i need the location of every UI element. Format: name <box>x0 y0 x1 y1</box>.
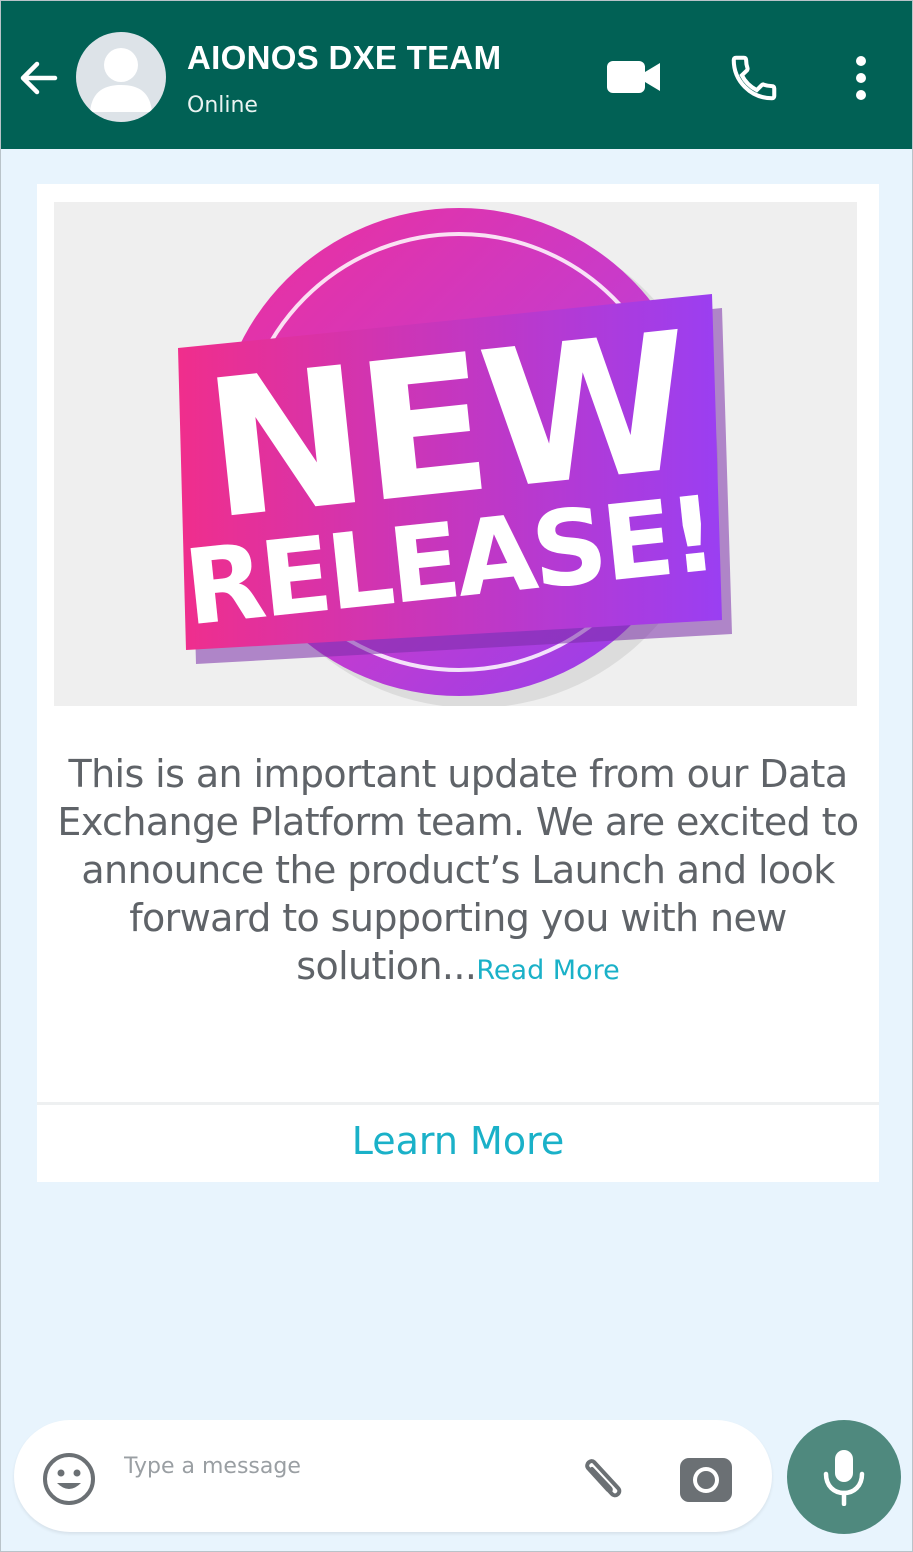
read-more-link[interactable]: Read More <box>476 955 619 986</box>
chat-header: AIONOS DXE TEAM Online <box>1 1 912 149</box>
contact-status: Online <box>187 93 258 118</box>
card-divider <box>37 1102 879 1105</box>
avatar[interactable] <box>76 32 166 122</box>
back-arrow-icon[interactable] <box>15 53 65 103</box>
message-card: NEW RELEASE! This is an important update… <box>37 184 879 1182</box>
new-release-banner-text: NEW RELEASE! <box>179 292 719 650</box>
more-vertical-icon[interactable] <box>847 53 875 103</box>
new-release-banner-image[interactable]: NEW RELEASE! <box>54 202 857 706</box>
avatar-icon <box>90 48 152 112</box>
chat-screen: AIONOS DXE TEAM Online NEW RELEASE! This… <box>0 0 913 1552</box>
message-body-text: This is an important update from our Dat… <box>57 752 859 988</box>
phone-icon[interactable] <box>727 51 781 105</box>
contact-name[interactable]: AIONOS DXE TEAM <box>187 39 501 77</box>
message-input[interactable] <box>124 1446 554 1486</box>
mic-icon <box>823 1450 865 1506</box>
message-body: This is an important update from our Dat… <box>47 750 869 995</box>
camera-icon[interactable] <box>678 1452 734 1504</box>
emoji-icon[interactable] <box>42 1452 96 1506</box>
video-call-icon[interactable] <box>605 57 663 97</box>
mic-button[interactable] <box>787 1420 901 1534</box>
attach-icon[interactable] <box>570 1450 630 1510</box>
message-composer <box>14 1420 772 1532</box>
learn-more-button[interactable]: Learn More <box>37 1112 879 1172</box>
